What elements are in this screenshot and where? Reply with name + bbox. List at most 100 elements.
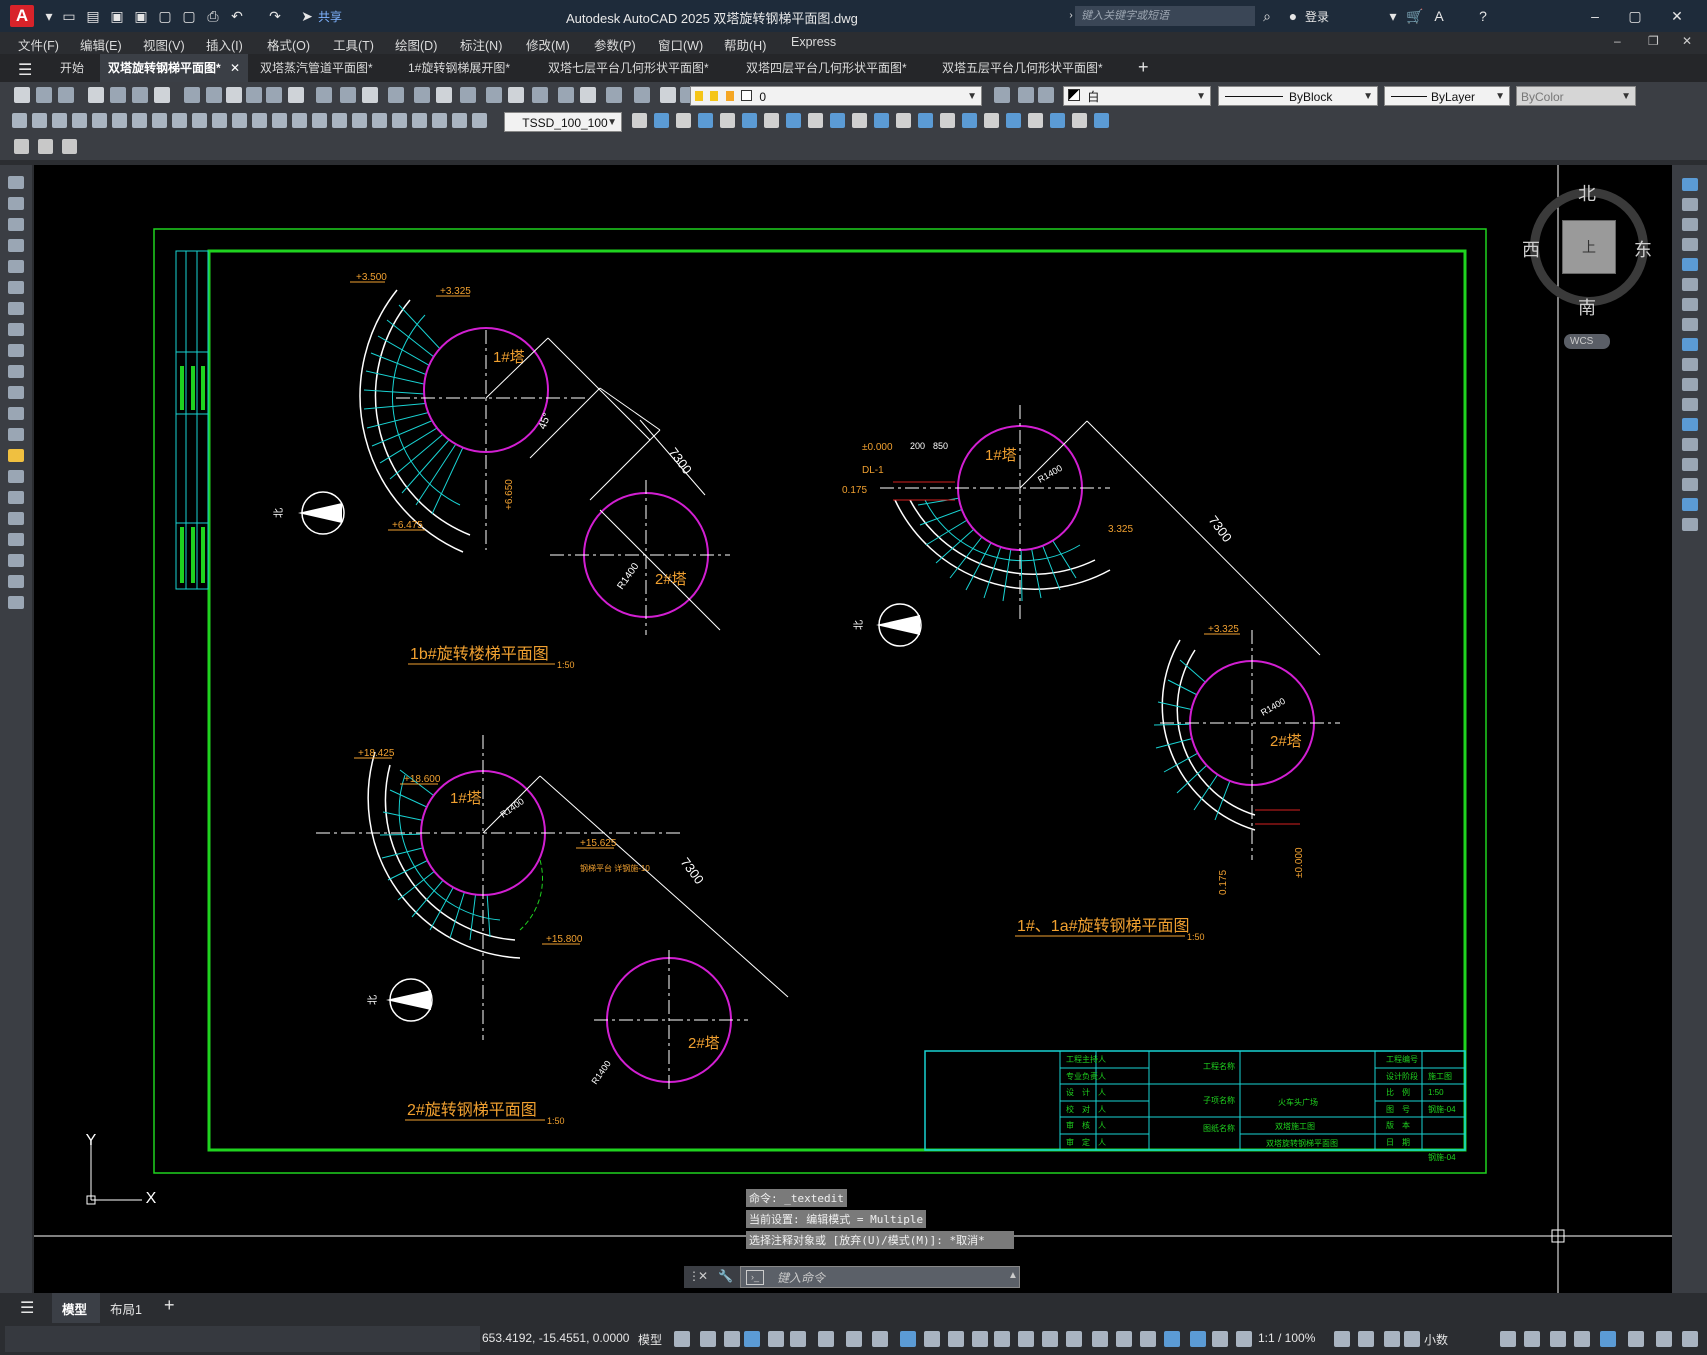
menu-hamburger-icon[interactable]: ☰ bbox=[18, 60, 32, 80]
draw-tool-icon[interactable] bbox=[8, 407, 24, 420]
help-icon[interactable]: ? bbox=[1474, 7, 1492, 25]
login-button[interactable]: 登录 bbox=[1305, 8, 1329, 25]
menu-hamburger-icon[interactable]: ☰ bbox=[20, 1298, 34, 1318]
toolbar-tool-icon[interactable] bbox=[486, 87, 502, 103]
status-toggle-icon[interactable] bbox=[872, 1331, 888, 1347]
modify-tool-icon[interactable] bbox=[808, 113, 823, 128]
status-toggle-icon[interactable] bbox=[1140, 1331, 1156, 1347]
toolbar-tool-icon[interactable] bbox=[132, 87, 148, 103]
menu-view[interactable]: 视图(V) bbox=[143, 35, 185, 54]
toolbar-tool-icon[interactable] bbox=[154, 87, 170, 103]
modify-side-tool-icon[interactable] bbox=[1682, 258, 1698, 271]
toolbar-tool-icon[interactable] bbox=[58, 87, 74, 103]
autocad-logo-icon[interactable]: A bbox=[10, 5, 34, 27]
tab-document[interactable]: 双塔五层平台几何形状平面图* bbox=[934, 54, 1111, 82]
viewcube-top-face[interactable]: 上 bbox=[1562, 220, 1616, 274]
draw-dim-tool-icon[interactable] bbox=[12, 113, 27, 128]
draw-dim-tool-icon[interactable] bbox=[252, 113, 267, 128]
modify-tool-icon[interactable] bbox=[962, 113, 977, 128]
status-tool-icon[interactable] bbox=[1500, 1331, 1516, 1347]
modify-tool-icon[interactable] bbox=[1028, 113, 1043, 128]
status-toggle-icon[interactable] bbox=[818, 1331, 834, 1347]
draw-dim-tool-icon[interactable] bbox=[372, 113, 387, 128]
tab-document[interactable]: 双塔七层平台几何形状平面图* bbox=[540, 54, 717, 82]
draw-dim-tool-icon[interactable] bbox=[312, 113, 327, 128]
draw-dim-tool-icon[interactable] bbox=[332, 113, 347, 128]
draw-tool-icon[interactable] bbox=[8, 323, 24, 336]
status-toggle-icon[interactable] bbox=[972, 1331, 988, 1347]
modify-side-tool-icon[interactable] bbox=[1682, 418, 1698, 431]
modify-side-tool-icon[interactable] bbox=[1682, 178, 1698, 191]
status-toggle-icon[interactable] bbox=[846, 1331, 862, 1347]
close-tab-icon[interactable]: ✕ bbox=[230, 54, 240, 82]
menu-insert[interactable]: 插入(I) bbox=[206, 35, 243, 54]
layer-tool-icon[interactable] bbox=[1038, 87, 1054, 103]
toolbar-tool-icon[interactable] bbox=[110, 87, 126, 103]
tab-document[interactable]: 1#旋转钢梯展开图* bbox=[400, 54, 518, 82]
status-toggle-icon[interactable] bbox=[700, 1331, 716, 1347]
tab-document[interactable]: 双塔四层平台几何形状平面图* bbox=[738, 54, 915, 82]
status-toggle-icon[interactable] bbox=[724, 1331, 740, 1347]
modify-side-tool-icon[interactable] bbox=[1682, 198, 1698, 211]
modify-side-tool-icon[interactable] bbox=[1682, 278, 1698, 291]
open-file-icon[interactable]: ▤ bbox=[84, 7, 102, 25]
viewcube-west[interactable]: 西 bbox=[1522, 236, 1540, 262]
toolbar-tool-icon[interactable] bbox=[388, 87, 404, 103]
status-toggle-icon[interactable] bbox=[924, 1331, 940, 1347]
modify-tool-icon[interactable] bbox=[654, 113, 669, 128]
command-input[interactable]: 键入命令 bbox=[740, 1266, 1020, 1288]
toolbar-tool-icon[interactable] bbox=[606, 87, 622, 103]
chevron-up-icon[interactable]: ▲ bbox=[1008, 1270, 1018, 1281]
color-dropdown[interactable]: 白 ▼ bbox=[1063, 86, 1211, 106]
toolbar-tool-icon[interactable] bbox=[436, 87, 452, 103]
toolbar-tool-icon[interactable] bbox=[316, 87, 332, 103]
status-toggle-icon[interactable] bbox=[1236, 1331, 1252, 1347]
draw-dim-tool-icon[interactable] bbox=[472, 113, 487, 128]
close-button[interactable]: ✕ bbox=[1662, 6, 1692, 26]
modify-side-tool-icon[interactable] bbox=[1682, 338, 1698, 351]
draw-dim-tool-icon[interactable] bbox=[272, 113, 287, 128]
open-web-icon[interactable]: ▢ bbox=[156, 7, 174, 25]
draw-dim-tool-icon[interactable] bbox=[352, 113, 367, 128]
status-tool-icon[interactable] bbox=[1682, 1331, 1698, 1347]
draw-tool-icon[interactable] bbox=[8, 176, 24, 189]
status-tool-icon[interactable] bbox=[1384, 1331, 1400, 1347]
draw-tool-icon[interactable] bbox=[8, 428, 24, 441]
chevron-down-icon[interactable]: ▾ bbox=[1384, 7, 1402, 25]
menu-express[interactable]: Express bbox=[791, 35, 836, 49]
layer-tool-icon[interactable] bbox=[1018, 87, 1034, 103]
toolbar-tool-icon[interactable] bbox=[580, 87, 596, 103]
toolbar-tool-icon[interactable] bbox=[14, 87, 30, 103]
toolbar-tool-icon[interactable] bbox=[288, 87, 304, 103]
modify-tool-icon[interactable] bbox=[676, 113, 691, 128]
modify-side-tool-icon[interactable] bbox=[1682, 218, 1698, 231]
viewcube-north[interactable]: 北 bbox=[1578, 180, 1596, 206]
extra-tool-icon[interactable] bbox=[62, 139, 77, 154]
modify-side-tool-icon[interactable] bbox=[1682, 458, 1698, 471]
user-icon[interactable]: ● bbox=[1284, 7, 1302, 25]
new-tab-icon[interactable]: + bbox=[1138, 57, 1149, 78]
modify-side-tool-icon[interactable] bbox=[1682, 238, 1698, 251]
share-button[interactable]: 共享 bbox=[318, 8, 342, 25]
undo-icon[interactable]: ↶ bbox=[228, 7, 246, 25]
draw-dim-tool-icon[interactable] bbox=[212, 113, 227, 128]
chevron-down-icon[interactable]: ▾ bbox=[40, 7, 58, 25]
draw-tool-icon[interactable] bbox=[8, 344, 24, 357]
plotstyle-dropdown[interactable]: ByColor ▼ bbox=[1516, 86, 1636, 106]
modify-side-tool-icon[interactable] bbox=[1682, 478, 1698, 491]
draw-dim-tool-icon[interactable] bbox=[52, 113, 67, 128]
draw-tool-icon[interactable] bbox=[8, 596, 24, 609]
menu-dimension[interactable]: 标注(N) bbox=[460, 35, 502, 54]
wrench-icon[interactable]: 🔧 bbox=[718, 1269, 733, 1283]
textstyle-dropdown[interactable]: TSSD_100_100 ▼ bbox=[504, 112, 622, 132]
draw-tool-icon[interactable] bbox=[8, 512, 24, 525]
toolbar-tool-icon[interactable] bbox=[226, 87, 242, 103]
status-toggle-icon[interactable] bbox=[1042, 1331, 1058, 1347]
modify-tool-icon[interactable] bbox=[874, 113, 889, 128]
status-toggle-icon[interactable] bbox=[1116, 1331, 1132, 1347]
draw-dim-tool-icon[interactable] bbox=[232, 113, 247, 128]
draw-dim-tool-icon[interactable] bbox=[132, 113, 147, 128]
modify-tool-icon[interactable] bbox=[1072, 113, 1087, 128]
modify-side-tool-icon[interactable] bbox=[1682, 298, 1698, 311]
menu-tools[interactable]: 工具(T) bbox=[333, 35, 374, 54]
